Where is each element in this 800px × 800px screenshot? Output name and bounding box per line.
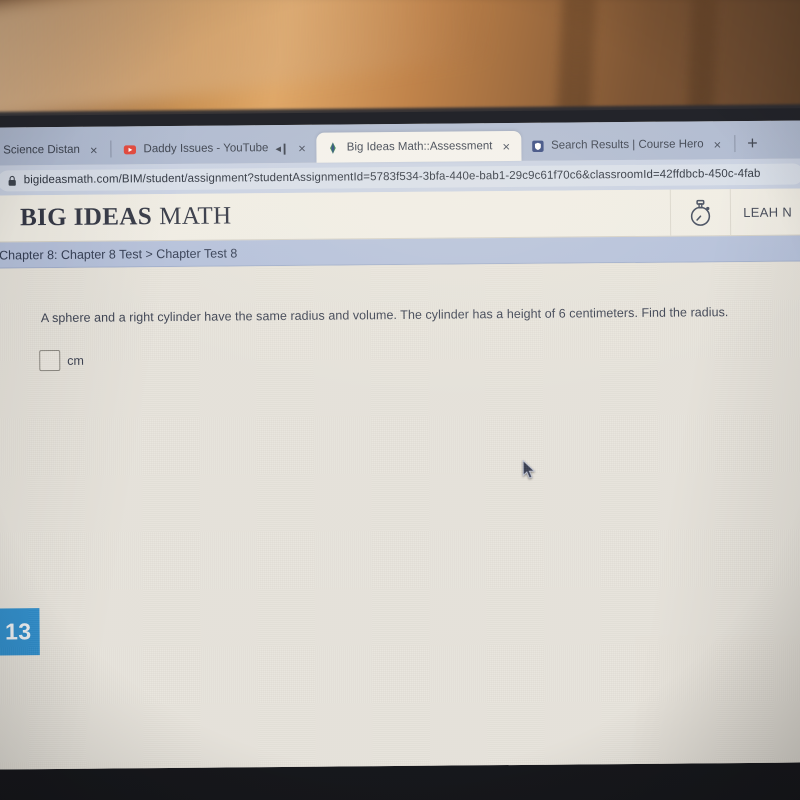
tab-title: Daddy Issues - YouTube [143,142,269,156]
screen-pixel-grain [0,261,800,770]
browser-tab-course-hero[interactable]: Search Results | Course Hero × [521,129,732,161]
photo-of-laptop-screen: for 8th Science Distan × Daddy Issues - … [0,0,800,800]
browser-tab-science[interactable]: for 8th Science Distan × [0,135,109,166]
brand-primary-text: BIG IDEAS [19,203,153,232]
breadcrumb-text: > Chapter 8: Chapter 8 Test > Chapter Te… [0,245,238,263]
lock-icon [8,175,16,186]
app-header: BIG IDEAS MATH LEAH N [0,188,800,243]
tab-title: for 8th Science Distan [0,143,80,157]
timer-button[interactable] [671,189,732,236]
tab-divider [734,135,736,153]
tab-title: Search Results | Course Hero [551,138,704,152]
question-number-badge[interactable]: 13 [0,608,40,656]
new-tab-button[interactable]: + [737,133,768,156]
stopwatch-icon [691,199,711,226]
answer-input[interactable] [39,349,61,372]
user-name-label[interactable]: LEAH N [731,188,800,235]
brand-secondary-text: MATH [159,202,232,231]
question-text: A sphere and a right cylinder have the s… [40,305,729,326]
mouse-cursor [522,459,536,479]
big-ideas-math-icon [330,141,337,154]
close-icon[interactable]: × [499,139,513,154]
mute-icon[interactable]: ◂❙ [275,141,288,154]
browser-tab-youtube[interactable]: Daddy Issues - YouTube ◂❙ × [113,133,316,165]
app-logo[interactable]: BIG IDEAS MATH [0,189,672,242]
assessment-content: A sphere and a right cylinder have the s… [0,261,800,770]
answer-row: cm [39,349,84,372]
background-post-right [687,0,719,122]
close-icon[interactable]: × [87,142,101,157]
tab-title: Big Ideas Math::Assessment [346,140,493,154]
close-icon[interactable]: × [295,140,309,155]
close-icon[interactable]: × [711,137,725,152]
browser-tab-big-ideas-math[interactable]: Big Ideas Math::Assessment × [316,130,522,163]
background-post-left [556,0,598,117]
tab-divider [110,140,112,158]
address-bar-url: bigideasmath.com/BIM/student/assignment?… [23,167,761,187]
browser-tab-strip: for 8th Science Distan × Daddy Issues - … [0,120,800,166]
answer-unit-label: cm [67,353,84,368]
browser-window: for 8th Science Distan × Daddy Issues - … [0,120,800,770]
course-hero-icon [531,140,544,152]
address-bar[interactable]: bigideasmath.com/BIM/student/assignment?… [0,162,800,192]
youtube-icon [123,144,137,154]
